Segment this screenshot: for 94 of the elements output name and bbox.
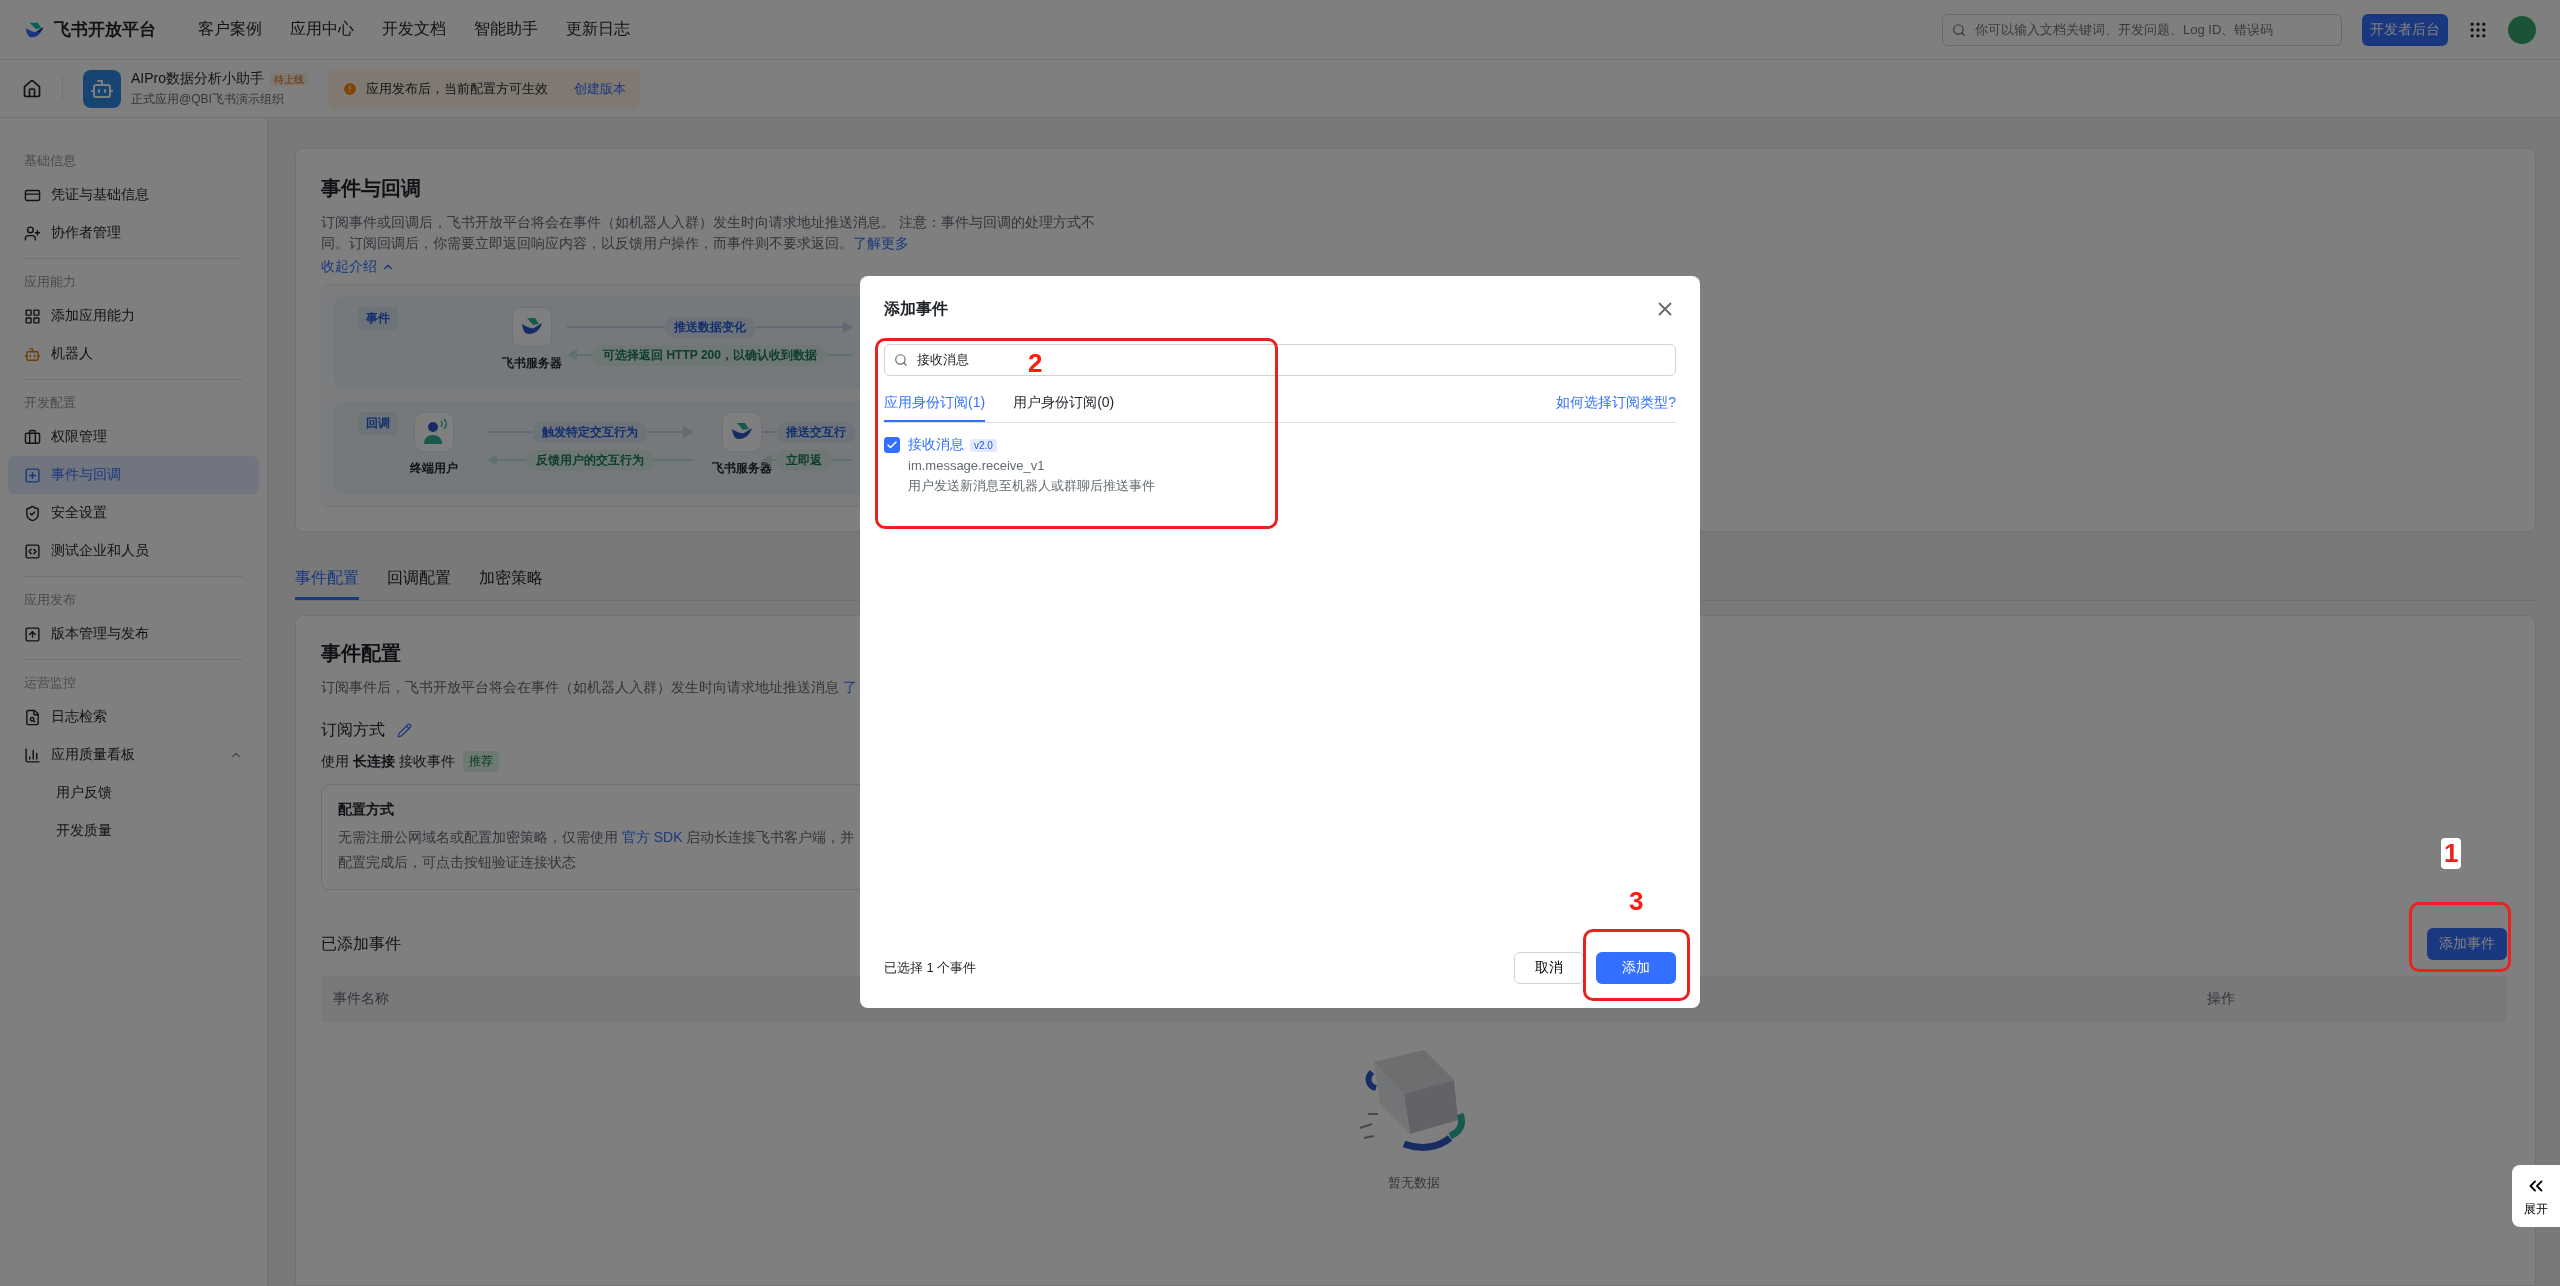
sidebar-item[interactable]: 协作者管理 <box>8 214 259 252</box>
status-badge: 待上线 <box>270 73 308 86</box>
sidebar-item[interactable]: 权限管理 <box>8 418 259 456</box>
nav-link[interactable]: 开发文档 <box>382 19 446 40</box>
console-button[interactable]: 开发者后台 <box>2362 13 2448 46</box>
sidebar-item[interactable]: 添加应用能力 <box>8 297 259 335</box>
user-plus-icon <box>24 224 41 242</box>
subscription-text: 使用 长连接 接收事件 <box>321 752 455 771</box>
check-icon <box>886 439 898 451</box>
empty-text: 暂无数据 <box>1388 1174 1440 1192</box>
grid-plus-icon <box>24 307 41 325</box>
app-icon <box>83 69 121 108</box>
added-events-title: 已添加事件 <box>321 933 401 954</box>
subscription-title: 订阅方式 <box>321 720 385 740</box>
version-badge: v2.0 <box>970 439 997 452</box>
server-icon <box>512 307 552 347</box>
sidebar-item[interactable]: 事件与回调 <box>8 456 259 494</box>
selection-count: 已选择 1 个事件 <box>884 959 977 977</box>
add-event-button[interactable]: 添加事件 <box>2427 928 2507 960</box>
section-title: 事件配置 <box>321 641 402 666</box>
help-link[interactable]: 如何选择订阅类型? <box>1556 394 1676 422</box>
code-icon <box>24 542 41 560</box>
event-code: im.message.receive_v1 <box>908 458 1046 473</box>
home-icon[interactable] <box>22 78 42 99</box>
event-description: 用户发送新消息至机器人或群聊后推送事件 <box>908 477 1155 495</box>
method-text: 配置完成后，可点击按钮验证连接状态 <box>338 853 577 872</box>
section-description: 订阅事件后，飞书开放平台将会在事件（如机器人入群）发生时向请求地址推送消息 了 <box>321 678 858 697</box>
avatar[interactable] <box>2508 15 2536 44</box>
sidebar-item[interactable]: 凭证与基础信息 <box>8 176 259 214</box>
row-tag: 回调 <box>358 412 398 435</box>
collapse-link[interactable]: 收起介绍 <box>321 258 395 276</box>
flow-label: 触发特定交互行为 <box>532 421 648 443</box>
nav-link[interactable]: 应用中心 <box>290 19 354 40</box>
tab[interactable]: 用户身份订阅(0) <box>1013 386 1115 422</box>
sidebar-item[interactable]: 版本管理与发布 <box>8 615 259 653</box>
search-field[interactable]: 你可以输入文档关键词、开发问题、Log ID、错误码 <box>1942 13 2342 46</box>
sidebar-item[interactable]: 测试企业和人员 <box>8 532 259 570</box>
flow-label: 立即返 <box>776 449 832 471</box>
node-label: 飞书服务器 <box>502 355 562 372</box>
robot-icon <box>24 345 41 363</box>
bar-chart-icon <box>24 746 41 764</box>
recommended-badge: 推荐 <box>462 751 499 772</box>
notice-text: 应用发布后，当前配置方可生效 <box>366 79 548 98</box>
method-title: 配置方式 <box>338 801 395 819</box>
sdk-link[interactable]: 官方 SDK <box>621 829 683 845</box>
logo-text: 飞书开放平台 <box>54 19 156 41</box>
flow-label: 可选择返回 HTTP 200，以确认收到数据 <box>593 344 827 366</box>
learn-more-link[interactable]: 了解更多 <box>853 235 909 251</box>
column-header: 操作 <box>2207 990 2236 1008</box>
checkbox[interactable] <box>884 437 900 453</box>
flow-label: 推送数据变化 <box>664 316 756 338</box>
shield-icon <box>24 504 41 522</box>
expand-tab[interactable]: 展开 <box>2512 1165 2560 1227</box>
flow-label: 反馈用户的交互行为 <box>526 449 654 471</box>
search-icon <box>894 353 908 367</box>
flow-label: 推送交互行 <box>776 421 856 443</box>
edit-icon[interactable] <box>397 723 412 738</box>
tab[interactable]: 回调配置 <box>387 558 451 600</box>
briefcase-icon <box>24 428 41 446</box>
tab[interactable]: 加密策略 <box>479 558 543 600</box>
app-name: AIPro数据分析小助手 <box>131 70 264 86</box>
intro-description: 订阅事件或回调后，飞书开放平台将会在事件（如机器人入群）发生时向请求地址推送消息。 注意：事件与回调的处理方式不同。订阅回调后，你需要立即返回响应内容，以反馈用户操作，而事件则不要求返回。了解更多 <box>321 213 1096 253</box>
create-version-link[interactable]: 创建版本 <box>574 79 626 98</box>
confirm-button[interactable]: 添加 <box>1596 952 1676 984</box>
learn-more-link[interactable]: 了 <box>842 679 857 695</box>
app-org: 正式应用@QBI飞书演示组织 <box>131 91 285 108</box>
user-icon <box>414 412 454 452</box>
tab[interactable]: 应用身份订阅(1) <box>884 386 986 422</box>
file-search-icon <box>24 708 41 726</box>
sidebar-subitem[interactable]: 开发质量 <box>8 812 259 850</box>
warning-icon <box>342 80 358 97</box>
sidebar-item[interactable]: 机器人 <box>8 335 259 373</box>
column-header: 事件名称 <box>332 990 390 1008</box>
sidebar-item[interactable]: 日志检索 <box>8 698 259 736</box>
tab[interactable]: 事件配置 <box>295 558 359 600</box>
nav-link[interactable]: 客户案例 <box>198 19 262 40</box>
row-tag: 事件 <box>358 307 398 330</box>
dialog-title: 添加事件 <box>884 298 948 319</box>
page-title: 事件与回调 <box>321 176 422 201</box>
nav-link[interactable]: 智能助手 <box>474 19 538 40</box>
server-icon <box>722 412 762 452</box>
node-label: 终端用户 <box>410 460 458 477</box>
search-icon <box>1952 22 1966 37</box>
sidebar-item[interactable]: 安全设置 <box>8 494 259 532</box>
sidebar-item[interactable]: 应用质量看板 <box>8 736 259 774</box>
step-number: 2 <box>1027 348 1044 379</box>
sidebar-subitem[interactable]: 用户反馈 <box>8 774 259 812</box>
cancel-button[interactable]: 取消 <box>1514 952 1584 984</box>
step-number: 3 <box>1628 886 1645 917</box>
nav-link[interactable]: 更新日志 <box>566 19 630 40</box>
event-name: 接收消息 <box>908 436 964 452</box>
square-plus-icon <box>24 466 41 484</box>
upload-icon <box>24 625 41 643</box>
step-number: 1 <box>2441 838 2462 869</box>
